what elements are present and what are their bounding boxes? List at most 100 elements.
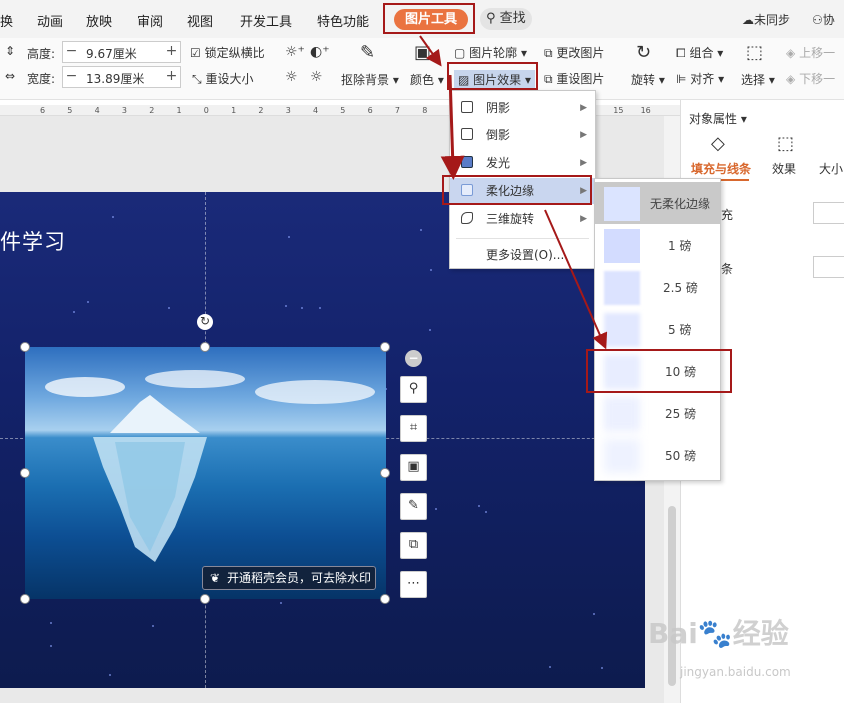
tab-developer[interactable]: 开发工具 bbox=[240, 11, 292, 30]
picture-effect-menu: 阴影 ▶ 倒影 ▶ 发光 ▶ 柔化边缘 ▶ 三维旋转 ▶ 更多设置(O)... bbox=[449, 90, 596, 269]
reset-picture-button[interactable]: ⧉ 重设图片 bbox=[544, 70, 604, 87]
tab-slideshow[interactable]: 放映 bbox=[86, 11, 112, 30]
lock-ratio-checkbox[interactable]: ☑ 锁定纵横比 bbox=[190, 44, 265, 61]
rotate-handle-icon[interactable]: ↻ bbox=[197, 314, 213, 330]
menu-item-more-settings[interactable]: 更多设置(O)... bbox=[450, 242, 595, 268]
tab-size[interactable]: 大小 bbox=[819, 160, 843, 177]
tab-animation[interactable]: 动画 bbox=[37, 11, 63, 30]
change-picture-button[interactable]: ⧉ 更改图片 bbox=[544, 44, 604, 61]
tab-partial[interactable]: 换 bbox=[0, 11, 13, 30]
iceberg-image[interactable] bbox=[25, 347, 386, 599]
swatch-1pt bbox=[604, 229, 640, 263]
resize-handle-top-right[interactable] bbox=[380, 342, 390, 352]
tab-picture-tools[interactable]: 图片工具 bbox=[394, 9, 468, 30]
cloud-icon: ☁ bbox=[742, 13, 754, 27]
soft-edge-5pt[interactable]: 5 磅 bbox=[595, 308, 720, 350]
remove-background-button[interactable]: 抠除背景 ▾ bbox=[341, 71, 399, 88]
contrast-up-icon[interactable]: ◐⁺ bbox=[310, 44, 330, 60]
bring-forward-button[interactable]: ◈ 上移一 bbox=[786, 44, 835, 61]
ruler-label: 7 bbox=[394, 106, 400, 115]
color-icon: ▣ bbox=[414, 42, 432, 63]
select-icon: ⬚ bbox=[746, 42, 764, 63]
3d-rotation-icon bbox=[461, 212, 473, 224]
align-button[interactable]: ⊫ 对齐 ▾ bbox=[676, 70, 724, 87]
menu-item-soft-edges[interactable]: 柔化边缘 ▶ bbox=[450, 178, 595, 204]
image-adjust-icon[interactable]: ▣ bbox=[400, 454, 427, 481]
menu-item-reflection[interactable]: 倒影 ▶ bbox=[450, 122, 595, 148]
resize-handle-top[interactable] bbox=[200, 342, 210, 352]
image-edit-icon[interactable]: ✎ bbox=[400, 493, 427, 520]
brightness-down-icon[interactable]: ☼ bbox=[285, 69, 298, 85]
menu-item-shadow[interactable]: 阴影 ▶ bbox=[450, 95, 595, 121]
send-backward-button[interactable]: ◈ 下移一 bbox=[786, 70, 835, 87]
decrease-height-button[interactable]: − bbox=[63, 42, 80, 62]
width-field[interactable]: − 13.89厘米 + bbox=[62, 66, 181, 88]
soft-edge-10pt[interactable]: 10 磅 bbox=[595, 350, 720, 392]
soft-edges-icon bbox=[461, 184, 473, 196]
increase-height-button[interactable]: + bbox=[163, 42, 180, 62]
tab-fill-line[interactable]: 填充与线条 bbox=[691, 160, 751, 177]
resize-handle-right[interactable] bbox=[380, 468, 390, 478]
soft-edge-25pt[interactable]: 25 磅 bbox=[595, 392, 720, 434]
lock-ratio-label: 锁定纵横比 bbox=[204, 46, 265, 60]
reset-size-button[interactable]: ⤡ 重设大小 bbox=[192, 70, 253, 87]
star-decoration bbox=[420, 229, 422, 231]
ruler-label: 6 bbox=[40, 106, 46, 115]
tab-features[interactable]: 特色功能 bbox=[317, 11, 369, 30]
soft-edge-2-5pt[interactable]: 2.5 磅 bbox=[595, 266, 720, 308]
increase-width-button[interactable]: + bbox=[163, 67, 180, 87]
resize-handle-bottom-right[interactable] bbox=[380, 594, 390, 604]
rotate-label: 旋转 bbox=[631, 73, 656, 87]
resize-handle-bottom-left[interactable] bbox=[20, 594, 30, 604]
slide-title[interactable]: 件学习 bbox=[0, 226, 66, 256]
picture-outline-button[interactable]: ▢ 图片轮廓 ▾ bbox=[454, 44, 527, 61]
panel-title[interactable]: 对象属性 ▾ bbox=[689, 110, 747, 127]
line-select[interactable] bbox=[813, 256, 844, 278]
star-decoration bbox=[430, 269, 432, 271]
contrast-down-icon[interactable]: ☼ bbox=[310, 69, 323, 85]
ruler-label: 2 bbox=[149, 106, 155, 115]
fill-select[interactable] bbox=[813, 202, 844, 224]
select-button[interactable]: 选择 ▾ bbox=[741, 71, 775, 88]
search-box[interactable]: ⚲ 查找 bbox=[480, 8, 532, 30]
zoom-icon[interactable]: ⚲ bbox=[400, 376, 427, 403]
brightness-up-icon[interactable]: ☼⁺ bbox=[285, 44, 305, 60]
tab-review[interactable]: 审阅 bbox=[137, 11, 163, 30]
watermark-notice[interactable]: ❦ 开通稻壳会员，可去除水印 bbox=[202, 566, 376, 590]
menu-item-3d-rotation[interactable]: 三维旋转 ▶ bbox=[450, 206, 595, 232]
fill-row-label: 充 bbox=[721, 208, 734, 222]
collab-button[interactable]: ⚇协 bbox=[812, 11, 835, 28]
sync-status[interactable]: ☁未同步 bbox=[742, 11, 790, 28]
soft-edge-50pt[interactable]: 50 磅 bbox=[595, 434, 720, 476]
menu-item-glow[interactable]: 发光 ▶ bbox=[450, 150, 595, 176]
picture-effect-button[interactable]: ▨ 图片效果 ▾ bbox=[454, 70, 536, 89]
menu-tab-bar: 换 动画 放映 审阅 视图 开发工具 特色功能 图片工具 ⚲ 查找 ☁未同步 ⚇… bbox=[0, 0, 844, 38]
resize-handle-left[interactable] bbox=[20, 468, 30, 478]
tab-effect[interactable]: 效果 bbox=[772, 160, 796, 177]
ruler-label: 3 bbox=[285, 106, 291, 115]
height-field[interactable]: − 9.67厘米 + bbox=[62, 41, 181, 63]
crop-icon[interactable]: ⌗ bbox=[400, 415, 427, 442]
soft-edge-5pt-label: 5 磅 bbox=[668, 323, 692, 337]
rotate-button[interactable]: 旋转 ▾ bbox=[631, 71, 665, 88]
tab-view[interactable]: 视图 bbox=[187, 11, 213, 30]
more-icon[interactable]: ⋯ bbox=[400, 571, 427, 598]
group-button[interactable]: ⧠ 组合 ▾ bbox=[676, 44, 723, 61]
star-decoration bbox=[50, 645, 52, 647]
scrollbar-thumb[interactable] bbox=[668, 506, 676, 686]
resize-handle-bottom[interactable] bbox=[200, 594, 210, 604]
color-button[interactable]: 颜色 ▾ bbox=[410, 71, 444, 88]
collapse-toolbar-icon[interactable]: − bbox=[405, 350, 422, 367]
star-decoration bbox=[288, 236, 290, 238]
search-icon: ⚲ bbox=[486, 11, 496, 26]
decrease-width-button[interactable]: − bbox=[63, 67, 80, 87]
resize-handle-top-left[interactable] bbox=[20, 342, 30, 352]
soft-edge-1pt[interactable]: 1 磅 bbox=[595, 224, 720, 266]
star-decoration bbox=[593, 613, 595, 615]
chevron-right-icon: ▶ bbox=[580, 214, 587, 224]
soft-edge-none[interactable]: 无柔化边缘 bbox=[595, 182, 720, 224]
collab-label: 协 bbox=[822, 13, 835, 27]
image-convert-icon[interactable]: ⧉ bbox=[400, 532, 427, 559]
reflection-label: 倒影 bbox=[486, 128, 511, 142]
select-label: 选择 bbox=[741, 73, 766, 87]
